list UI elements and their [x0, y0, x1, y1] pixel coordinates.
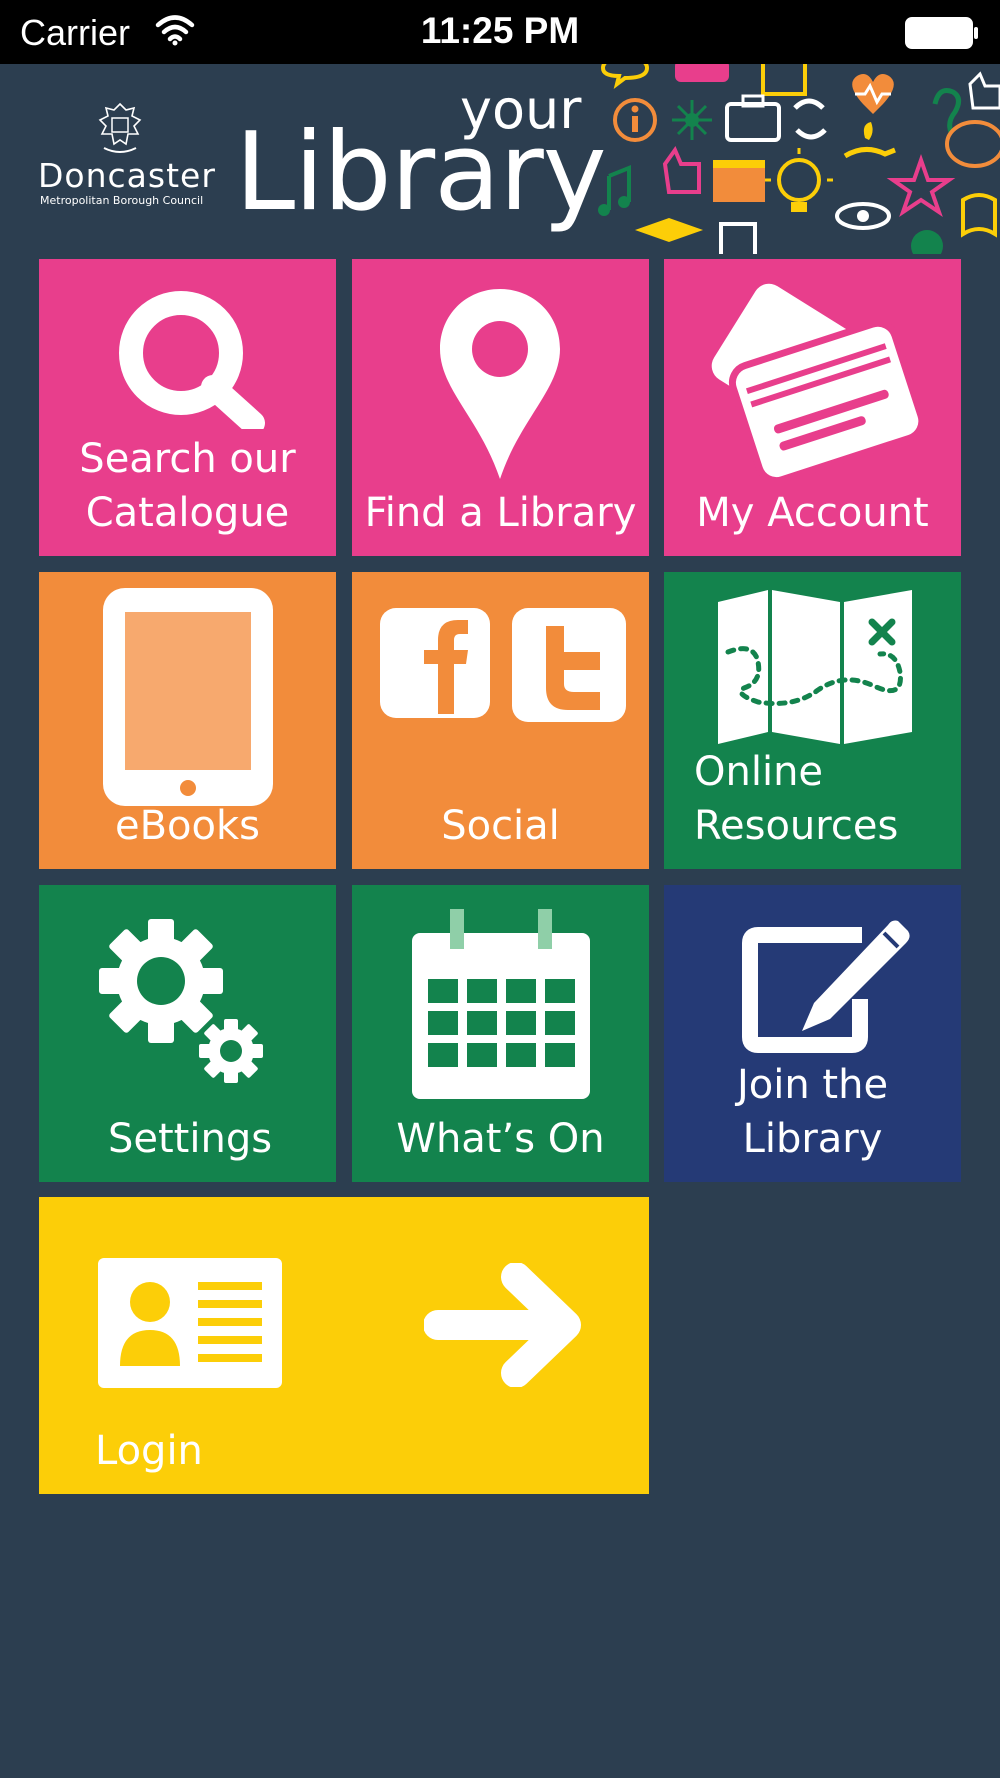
ebooks-label: eBooks — [115, 803, 260, 849]
library-cards-icon — [711, 283, 926, 481]
decorative-icons-collage — [598, 64, 1000, 254]
find-library-tile[interactable]: Find a Library — [352, 259, 649, 556]
clock: 11:25 PM — [420, 10, 580, 51]
tablet-icon — [103, 588, 273, 806]
search-catalogue-tile[interactable]: Search our Catalogue — [39, 259, 336, 556]
calendar-icon — [412, 909, 590, 1099]
whats-on-label: What’s On — [396, 1116, 605, 1162]
settings-tile[interactable]: Settings — [39, 885, 336, 1182]
council-subtitle: Metropolitan Borough Council — [40, 194, 204, 207]
magnifier-icon — [119, 291, 265, 429]
whats-on-tile[interactable]: What’s On — [352, 885, 649, 1182]
council-name: Doncaster — [38, 156, 216, 195]
login-tile[interactable]: Login — [39, 1197, 649, 1494]
edit-form-icon — [742, 920, 910, 1053]
online-resources-tile[interactable]: Online Resources — [664, 572, 961, 869]
social-tile[interactable]: Social — [352, 572, 649, 869]
search-catalogue-label-line2: Catalogue — [85, 490, 290, 536]
settings-label: Settings — [108, 1116, 273, 1162]
council-crest-icon — [98, 102, 142, 153]
login-label: Login — [95, 1428, 203, 1474]
map-pin-icon — [440, 289, 560, 479]
app-header: Doncaster Metropolitan Borough Council y… — [0, 64, 1000, 254]
gears-icon — [99, 919, 263, 1083]
status-bar: Carrier 11:25 PM — [0, 0, 1000, 64]
facebook-twitter-icon — [380, 608, 626, 722]
join-library-label-line2: Library — [742, 1116, 883, 1162]
online-resources-label-line2: Resources — [694, 803, 899, 849]
social-label: Social — [441, 803, 560, 849]
app-title-large: Library — [235, 110, 607, 235]
ebooks-tile[interactable]: eBooks — [39, 572, 336, 869]
my-account-label: My Account — [696, 490, 929, 536]
online-resources-label-line1: Online — [694, 749, 824, 795]
treasure-map-icon — [718, 590, 912, 744]
search-catalogue-label-line1: Search our — [79, 436, 296, 482]
arrow-right-icon — [424, 1263, 581, 1387]
join-library-label-line1: Join the — [736, 1062, 889, 1108]
join-library-tile[interactable]: Join the Library — [664, 885, 961, 1182]
find-library-label: Find a Library — [364, 490, 637, 536]
id-card-icon — [98, 1258, 282, 1388]
my-account-tile[interactable]: My Account — [664, 259, 961, 556]
battery-icon — [905, 17, 978, 49]
